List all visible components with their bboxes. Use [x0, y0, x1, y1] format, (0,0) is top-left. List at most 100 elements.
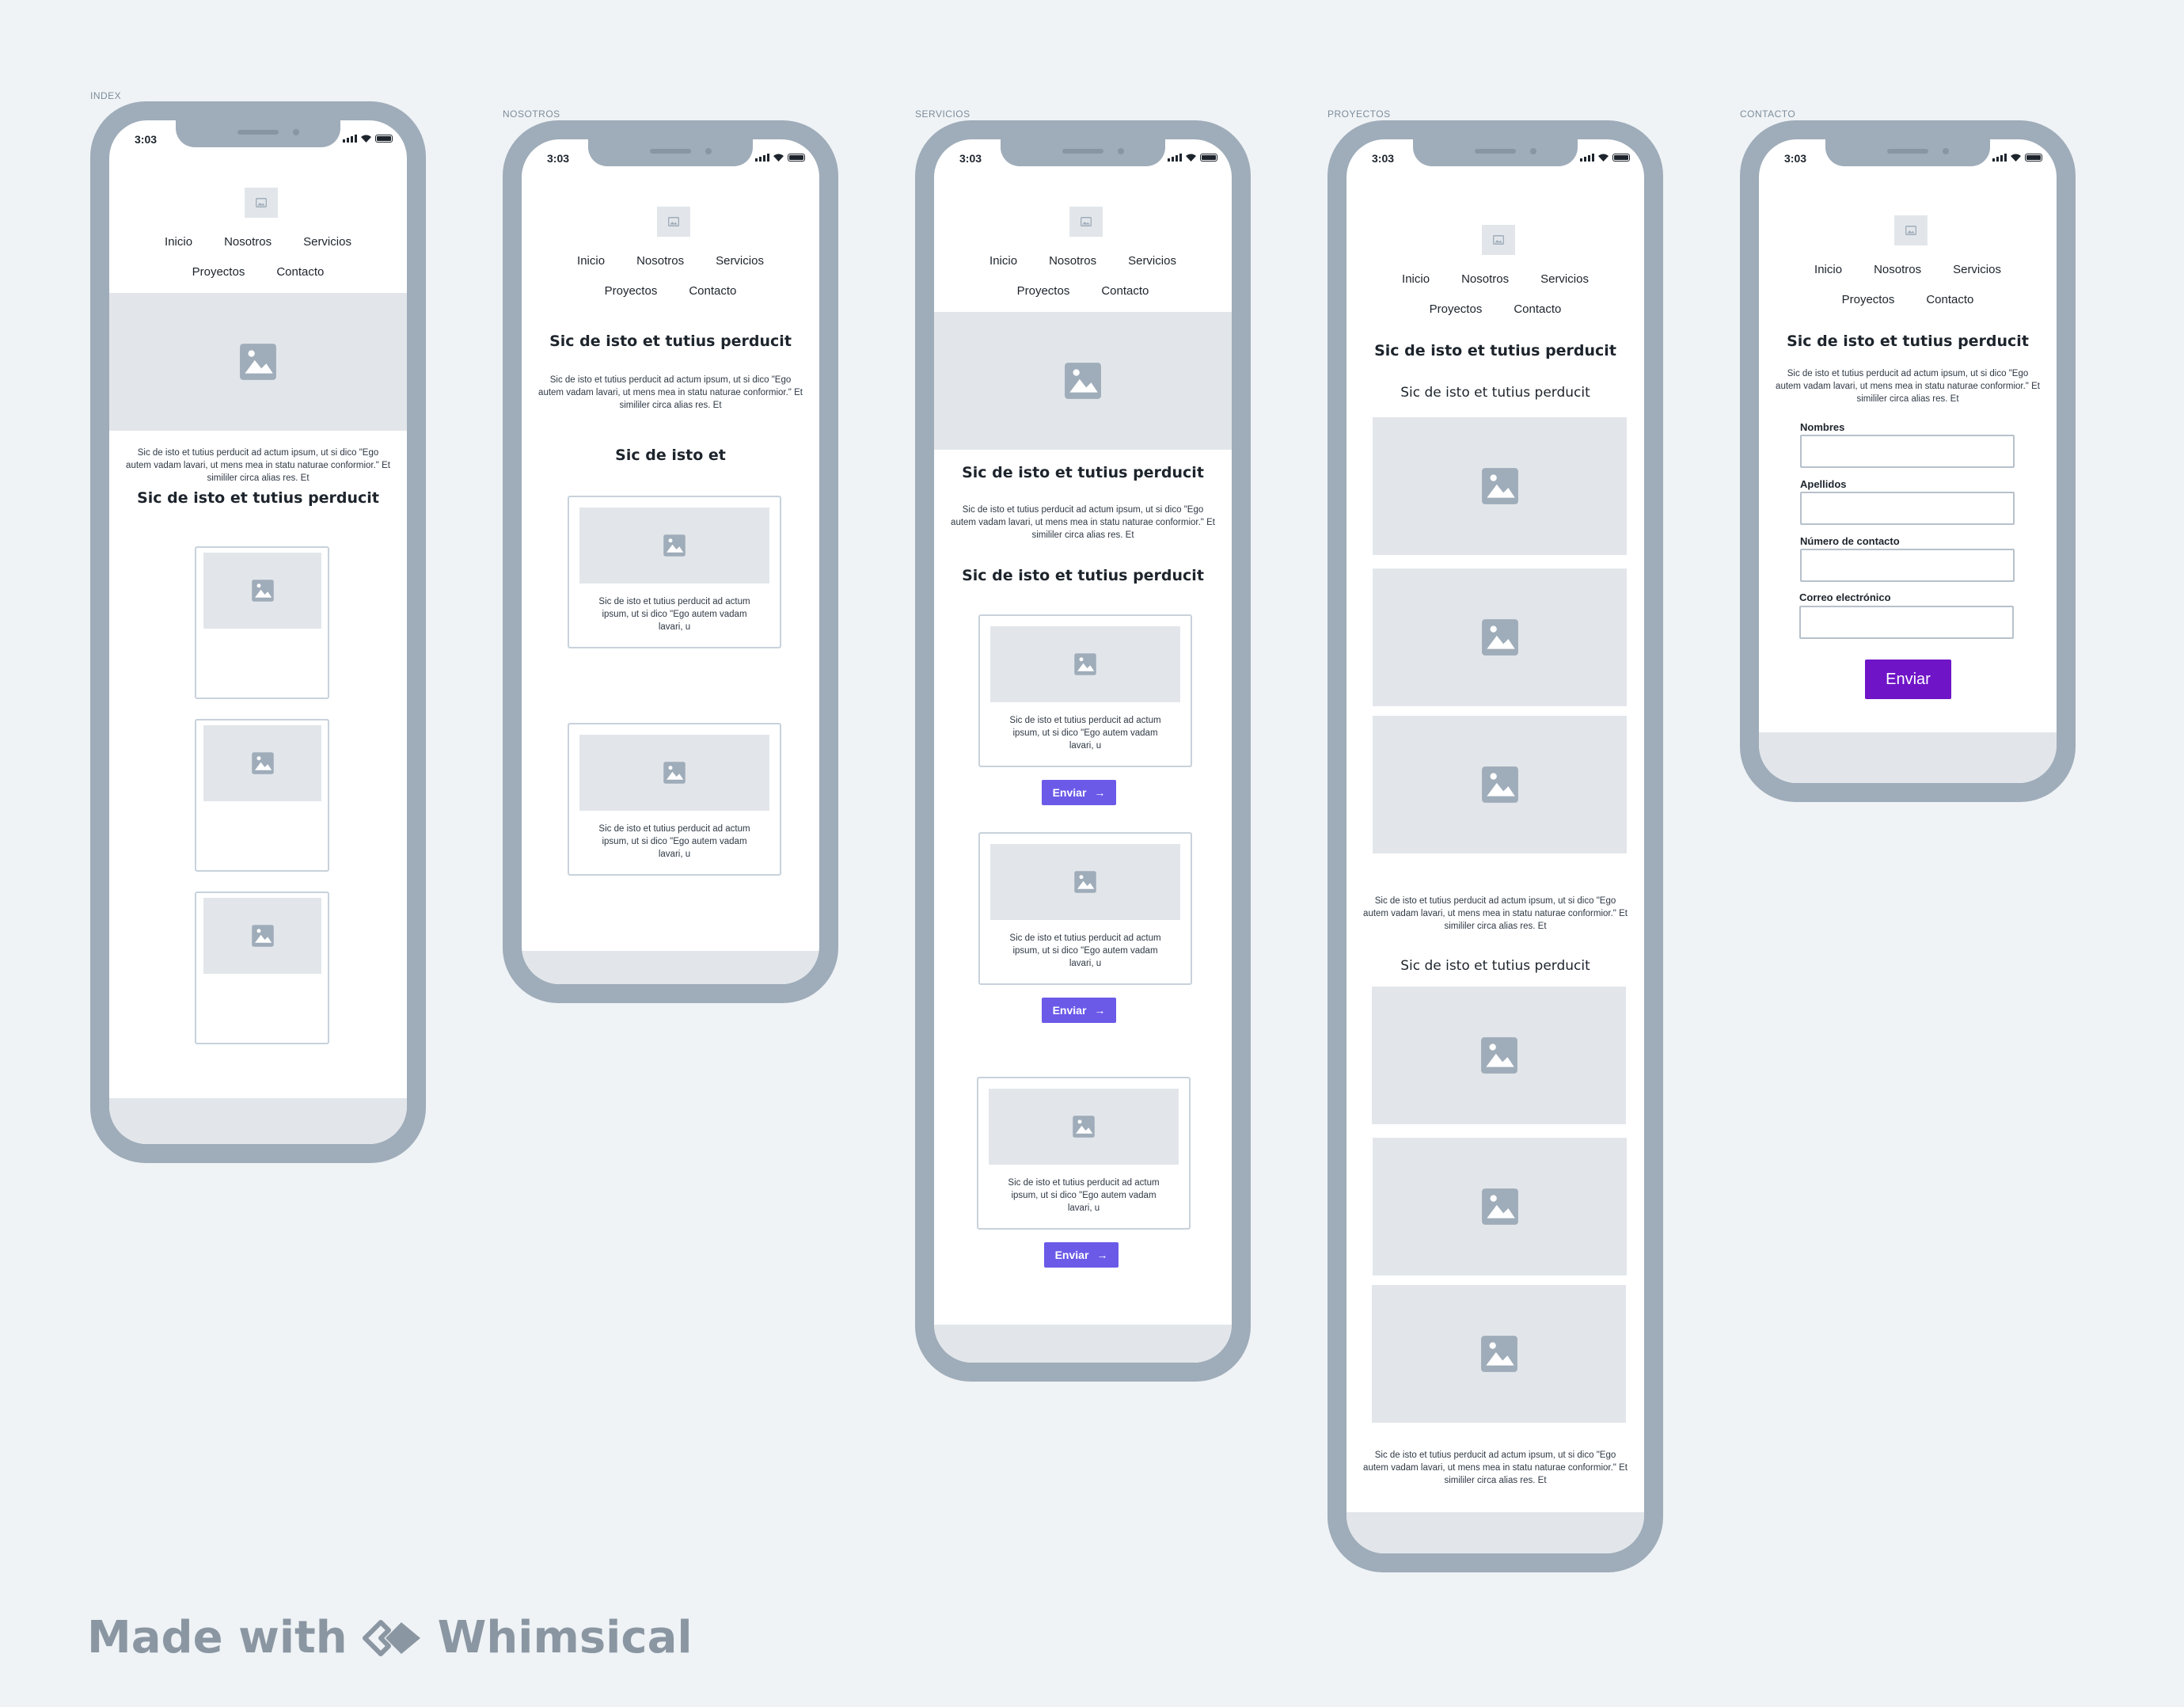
- nav-contacto[interactable]: Contacto: [276, 265, 324, 279]
- project-image[interactable]: [1373, 417, 1627, 555]
- nav-nosotros[interactable]: Nosotros: [1049, 254, 1096, 268]
- card[interactable]: [195, 719, 329, 872]
- card-image: [203, 725, 321, 801]
- screen-label-servicios: SERVICIOS: [915, 108, 970, 120]
- image-icon: [663, 534, 686, 557]
- submit-button[interactable]: Enviar: [1865, 660, 1951, 699]
- nav-nosotros[interactable]: Nosotros: [1874, 263, 1921, 276]
- nav-servicios[interactable]: Servicios: [303, 235, 351, 249]
- card[interactable]: Sic de isto et tutius perducit ad actum …: [977, 1077, 1191, 1230]
- nav-servicios[interactable]: Servicios: [716, 254, 764, 268]
- battery-icon: [1612, 154, 1630, 162]
- image-icon: [1480, 1037, 1517, 1074]
- status-time: 3:03: [959, 152, 982, 165]
- phone-servicios: 3:03 Inicio Nosotros Servicios Proyectos…: [915, 120, 1251, 1382]
- numero-field[interactable]: [1800, 549, 2015, 582]
- card[interactable]: Sic de isto et tutius perducit ad actum …: [978, 614, 1192, 767]
- intro-paragraph: Sic de isto et tutius perducit ad actum …: [1776, 369, 2040, 404]
- signal-icon: [1992, 154, 2007, 162]
- card[interactable]: [195, 546, 329, 699]
- card-image: [990, 844, 1180, 920]
- card[interactable]: Sic de isto et tutius perducit ad actum …: [978, 832, 1192, 985]
- section-subheading: Sic de isto et tutius perducit: [1400, 958, 1590, 974]
- intro-paragraph: Sic de isto et tutius perducit ad actum …: [538, 375, 803, 410]
- label-nombres: Nombres: [1800, 421, 1845, 433]
- card[interactable]: Sic de isto et tutius perducit ad actum …: [568, 496, 781, 648]
- phone-contacto: 3:03 Inicio Nosotros Servicios Proyectos…: [1740, 120, 2076, 802]
- enviar-label: Enviar: [1054, 1249, 1089, 1261]
- nav-servicios[interactable]: Servicios: [1953, 263, 2001, 276]
- made-with-label: Made with: [87, 1612, 348, 1663]
- battery-icon: [788, 154, 805, 162]
- correo-field[interactable]: [1799, 606, 2014, 639]
- image-icon: [256, 198, 267, 207]
- logo-placeholder[interactable]: [245, 188, 278, 218]
- projects-paragraph: Sic de isto et tutius perducit ad actum …: [1363, 1450, 1628, 1485]
- nav-contacto[interactable]: Contacto: [1514, 302, 1561, 316]
- nav-servicios[interactable]: Servicios: [1128, 254, 1176, 268]
- nav-inicio[interactable]: Inicio: [989, 254, 1017, 268]
- enviar-label: Enviar: [1052, 1004, 1087, 1017]
- apellidos-field[interactable]: [1800, 492, 2015, 525]
- nav-proyectos[interactable]: Proyectos: [605, 284, 658, 298]
- logo-placeholder[interactable]: [1069, 207, 1103, 237]
- nav-inicio[interactable]: Inicio: [1402, 272, 1430, 286]
- nav-proyectos[interactable]: Proyectos: [1017, 284, 1070, 298]
- project-image[interactable]: [1373, 568, 1627, 706]
- nav-inicio[interactable]: Inicio: [577, 254, 605, 268]
- section-heading: Sic de isto et tutius perducit: [549, 333, 792, 350]
- nav-row-2: Proyectos Contacto: [109, 265, 407, 279]
- nav-proyectos[interactable]: Proyectos: [1842, 293, 1895, 306]
- project-image[interactable]: [1373, 716, 1627, 854]
- logo-placeholder[interactable]: [657, 207, 690, 237]
- status-time: 3:03: [1372, 152, 1395, 165]
- nav-nosotros[interactable]: Nosotros: [636, 254, 684, 268]
- status-time: 3:03: [1784, 152, 1807, 165]
- enviar-button[interactable]: Enviar →: [1042, 780, 1116, 805]
- nav-contacto[interactable]: Contacto: [1101, 284, 1149, 298]
- nav-row-1: Inicio Nosotros Servicios: [934, 254, 1232, 268]
- footer: [522, 951, 819, 984]
- nav-inicio[interactable]: Inicio: [165, 235, 192, 249]
- phone-proyectos: 3:03 Inicio Nosotros Servicios Proyectos…: [1327, 120, 1663, 1572]
- screen-label-nosotros: NOSOTROS: [503, 108, 560, 120]
- image-icon: [1074, 653, 1096, 675]
- project-image[interactable]: [1372, 1285, 1626, 1423]
- made-with-whimsical[interactable]: Made with Whimsical: [87, 1612, 693, 1663]
- project-image[interactable]: [1372, 987, 1626, 1124]
- nav-inicio[interactable]: Inicio: [1814, 263, 1842, 276]
- card-text: Sic de isto et tutius perducit ad actum …: [1009, 716, 1161, 751]
- logo-placeholder[interactable]: [1482, 225, 1515, 255]
- enviar-button[interactable]: Enviar →: [1044, 1242, 1119, 1268]
- card-image: [203, 898, 321, 974]
- logo-placeholder[interactable]: [1894, 215, 1928, 245]
- card-image: [579, 508, 769, 584]
- screen-index: 3:03 Inicio Nosotros Servicios Proyectos…: [109, 120, 407, 1144]
- nav-nosotros[interactable]: Nosotros: [224, 235, 272, 249]
- nav-servicios[interactable]: Servicios: [1540, 272, 1589, 286]
- nav-row-2: Proyectos Contacto: [934, 284, 1232, 298]
- card[interactable]: [195, 892, 329, 1044]
- nav-contacto[interactable]: Contacto: [1926, 293, 1973, 306]
- nav-contacto[interactable]: Contacto: [689, 284, 736, 298]
- section-heading: Sic de isto et tutius perducit: [1374, 342, 1616, 359]
- screen-contacto: 3:03 Inicio Nosotros Servicios Proyectos…: [1759, 139, 2057, 783]
- status-icons: [1580, 154, 1630, 162]
- project-image[interactable]: [1373, 1138, 1627, 1275]
- card[interactable]: Sic de isto et tutius perducit ad actum …: [568, 723, 781, 876]
- wifi-icon: [773, 154, 784, 162]
- image-icon: [668, 217, 679, 226]
- nav-row-1: Inicio Nosotros Servicios: [522, 254, 819, 268]
- enviar-button[interactable]: Enviar →: [1042, 998, 1116, 1023]
- nav-proyectos[interactable]: Proyectos: [192, 265, 245, 279]
- wifi-icon: [361, 135, 371, 143]
- nav-row-1: Inicio Nosotros Servicios: [1346, 272, 1644, 286]
- image-icon: [1493, 235, 1504, 245]
- nav-row-1: Inicio Nosotros Servicios: [109, 235, 407, 249]
- nav-nosotros[interactable]: Nosotros: [1461, 272, 1509, 286]
- section-subheading: Sic de isto et tutius perducit: [1400, 385, 1590, 401]
- battery-icon: [1200, 154, 1217, 162]
- nombres-field[interactable]: [1800, 435, 2015, 468]
- card-image: [989, 1089, 1179, 1165]
- nav-proyectos[interactable]: Proyectos: [1430, 302, 1483, 316]
